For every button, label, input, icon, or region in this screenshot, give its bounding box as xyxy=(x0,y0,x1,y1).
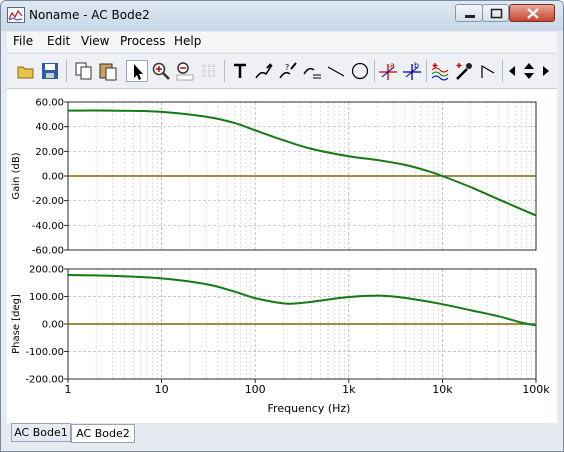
phase-y-tick-label: 200.00 xyxy=(29,265,64,276)
toolbar-separator xyxy=(224,60,225,82)
x-tick-label: 1 xyxy=(65,383,72,396)
gain-y-tick-label: -60.00 xyxy=(32,246,64,257)
gain-y-tick-label: 40.00 xyxy=(35,122,64,133)
ellipse-icon[interactable] xyxy=(349,60,371,82)
zoom-out-icon[interactable] xyxy=(174,60,196,82)
x-tick-label: 10 xyxy=(155,383,169,396)
plot-area: 60.00 40.00 20.00 0.00 -20.00 -40.00 -60.00 Gai… xyxy=(7,89,557,423)
paste-icon[interactable] xyxy=(97,60,119,82)
color-picker-icon[interactable] xyxy=(453,60,475,82)
menu-edit[interactable]: Edit xyxy=(47,34,70,48)
toolbar-separator xyxy=(66,60,67,82)
x-tick-label: 1k xyxy=(342,383,356,396)
pointer-icon[interactable] xyxy=(126,60,148,82)
menu-file[interactable]: File xyxy=(13,34,33,48)
svg-text:b: b xyxy=(414,61,419,70)
arrow-right-icon[interactable] xyxy=(538,60,554,82)
corner-icon[interactable] xyxy=(477,60,499,82)
x-axis-label: Frequency (Hz) xyxy=(268,402,351,415)
tab-ac-bode2[interactable]: AC Bode2 xyxy=(71,424,135,443)
pen-text-icon[interactable] xyxy=(301,60,323,82)
phase-y-tick-label: -200.00 xyxy=(25,375,64,386)
phase-y-tick-label: 0.00 xyxy=(42,320,64,331)
menu-bar: File Edit View Process Help xyxy=(7,32,557,52)
tab-ac-bode1[interactable]: AC Bode1 xyxy=(11,423,71,442)
gain-y-axis-label: Gain (dB) xyxy=(11,152,22,199)
phase-y-tick-label: 100.00 xyxy=(29,292,64,303)
gain-trace xyxy=(67,109,537,217)
x-tick-label: 100 xyxy=(245,383,266,396)
toolbar-separator xyxy=(374,60,375,82)
bode-plots: 60.00 40.00 20.00 0.00 -20.00 -40.00 -60.00 Gai… xyxy=(11,98,550,416)
window-title: Noname - AC Bode2 xyxy=(29,8,150,22)
pen-label-icon[interactable] xyxy=(253,60,275,82)
close-button[interactable] xyxy=(509,4,555,22)
phase-y-tick-label: -100.00 xyxy=(25,347,64,358)
app-icon xyxy=(7,7,25,23)
arrow-updown-icon[interactable] xyxy=(520,60,538,82)
text-icon[interactable] xyxy=(229,60,251,82)
x-tick-label: 10k xyxy=(432,383,453,396)
phase-y-axis-label: Phase [deg] xyxy=(11,294,22,354)
pen-question-icon[interactable]: ? xyxy=(277,60,299,82)
toolbar: ? a b xyxy=(7,53,557,89)
maximize-button[interactable] xyxy=(482,4,509,22)
phase-trace xyxy=(67,274,537,327)
curves-icon[interactable] xyxy=(429,60,451,82)
x-tick-label: 100k xyxy=(522,383,550,396)
save-icon[interactable] xyxy=(39,60,61,82)
toolbar-separator xyxy=(502,60,503,82)
gain-y-tick-label: 60.00 xyxy=(35,98,64,109)
cursor-b-icon[interactable]: b xyxy=(401,60,423,82)
minimize-button[interactable] xyxy=(455,4,483,22)
menu-view[interactable]: View xyxy=(81,34,109,48)
gain-y-tick-label: -20.00 xyxy=(32,196,64,207)
grid-icon[interactable] xyxy=(198,60,220,82)
app-window: Noname - AC Bode2 File Edit View Process… xyxy=(0,0,564,452)
menu-help[interactable]: Help xyxy=(174,34,201,48)
gain-y-tick-label: -40.00 xyxy=(32,221,64,232)
toolbar-separator xyxy=(426,60,427,82)
svg-text:a: a xyxy=(390,61,395,70)
title-bar[interactable]: Noname - AC Bode2 xyxy=(1,1,563,31)
gain-y-tick-label: 0.00 xyxy=(42,172,64,183)
copy-icon[interactable] xyxy=(73,60,95,82)
open-icon[interactable] xyxy=(15,60,37,82)
arrow-left-icon[interactable] xyxy=(504,60,520,82)
svg-text:?: ? xyxy=(285,63,289,72)
tab-bar: AC Bode1 AC Bode2 xyxy=(7,423,557,445)
zoom-in-icon[interactable] xyxy=(150,60,172,82)
gain-y-tick-label: 20.00 xyxy=(35,147,64,158)
line-icon[interactable] xyxy=(325,60,347,82)
menu-process[interactable]: Process xyxy=(120,34,166,48)
cursor-a-icon[interactable]: a xyxy=(377,60,399,82)
